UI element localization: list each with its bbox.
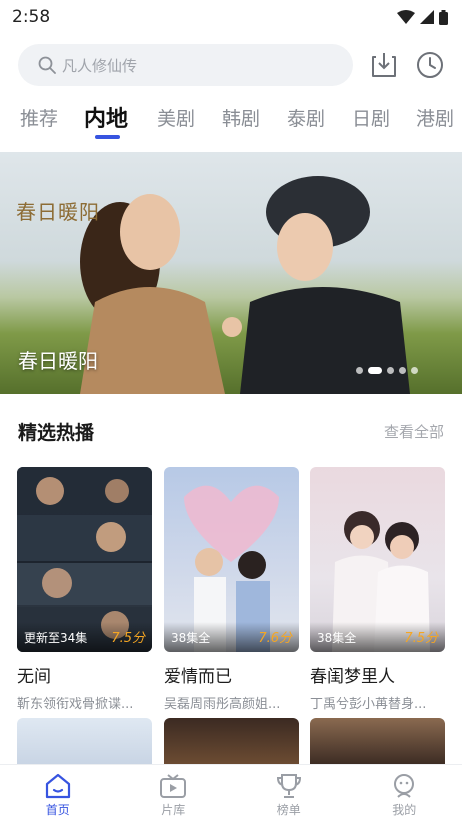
drama-subtitle: 丁禹兮彭小苒替身... (310, 697, 427, 712)
banner-dot[interactable] (399, 367, 406, 374)
rating-score: 7.5分 (404, 631, 438, 646)
drama-title: 无间 (17, 667, 51, 687)
tab-us-drama[interactable]: 美剧 (157, 104, 195, 131)
active-tab-indicator (95, 135, 120, 139)
tv-icon (160, 774, 187, 798)
nav-home[interactable]: 首页 (0, 765, 116, 828)
banner-title-art: 春日暖阳 (16, 200, 100, 224)
banner-dot[interactable] (387, 367, 394, 374)
section-header: 精选热播 查看全部 (18, 418, 444, 445)
tab-hk-drama[interactable]: 港剧 (416, 104, 454, 131)
banner-pagination (356, 367, 418, 374)
rating-score: 7.6分 (258, 631, 292, 646)
bottom-navigation: 首页 片库 榜单 我的 (0, 764, 462, 828)
download-icon (372, 53, 396, 77)
banner-carousel[interactable]: 春日暖阳 春日暖阳 (0, 152, 462, 394)
drama-card[interactable]: 38集全 7.6分 爱情而已 吴磊周雨彤高颜姐... (164, 467, 299, 712)
search-input[interactable]: 凡人修仙传 (18, 44, 353, 86)
banner-caption: 春日暖阳 (18, 349, 98, 373)
status-icons (397, 9, 448, 25)
signal-icon (420, 10, 434, 24)
nav-label: 我的 (392, 803, 417, 817)
poster-badge: 38集全 7.5分 (310, 622, 445, 652)
nav-ranking[interactable]: 榜单 (231, 765, 347, 828)
section-title: 精选热播 (18, 422, 95, 444)
download-button[interactable] (368, 49, 400, 81)
status-bar: 2:58 (0, 0, 462, 34)
drama-title: 爱情而已 (164, 667, 232, 687)
banner-dot[interactable] (411, 367, 418, 374)
poster-badge: 38集全 7.6分 (164, 622, 299, 652)
trophy-icon (276, 774, 301, 798)
drama-poster: 38集全 7.6分 (164, 467, 299, 652)
drama-card[interactable]: 更新至34集 7.5分 无间 靳东领衔戏骨掀谍... (17, 467, 152, 712)
nav-label: 榜单 (276, 803, 301, 817)
nav-profile[interactable]: 我的 (347, 765, 462, 828)
drama-subtitle: 靳东领衔戏骨掀谍... (17, 697, 134, 712)
drama-poster[interactable] (164, 718, 299, 766)
episode-status: 更新至34集 (24, 631, 88, 645)
tab-thai-drama[interactable]: 泰剧 (287, 104, 325, 131)
view-all-link[interactable]: 查看全部 (384, 421, 444, 442)
drama-card[interactable]: 38集全 7.5分 春闺梦里人 丁禹兮彭小苒替身... (310, 467, 445, 712)
history-button[interactable] (414, 49, 446, 81)
search-placeholder: 凡人修仙传 (62, 56, 138, 75)
drama-subtitle: 吴磊周雨彤高颜姐... (164, 697, 281, 712)
tab-japanese-drama[interactable]: 日剧 (352, 104, 390, 131)
category-tabs: 推荐 内地 美剧 韩剧 泰剧 日剧 港剧 (0, 100, 462, 146)
banner-dot[interactable] (356, 367, 363, 374)
profile-icon (394, 774, 415, 798)
nav-library[interactable]: 片库 (116, 765, 232, 828)
drama-poster[interactable] (310, 718, 445, 766)
nav-label: 首页 (45, 803, 70, 817)
history-clock-icon (417, 52, 443, 78)
home-icon (45, 773, 70, 799)
drama-poster[interactable] (17, 718, 152, 766)
episode-status: 38集全 (317, 631, 357, 645)
tab-korean-drama[interactable]: 韩剧 (222, 104, 260, 131)
search-row: 凡人修仙传 (18, 44, 448, 86)
drama-poster: 38集全 7.5分 (310, 467, 445, 652)
banner-dot-active[interactable] (368, 367, 382, 374)
tab-mainland[interactable]: 内地 (84, 101, 128, 133)
search-icon (38, 56, 56, 74)
poster-badge: 更新至34集 7.5分 (17, 622, 152, 652)
rating-score: 7.5分 (111, 631, 145, 646)
tab-recommend[interactable]: 推荐 (20, 104, 58, 131)
drama-poster: 更新至34集 7.5分 (17, 467, 152, 652)
wifi-icon (397, 10, 415, 24)
drama-title: 春闺梦里人 (310, 667, 395, 687)
nav-label: 片库 (161, 803, 186, 817)
status-time: 2:58 (12, 7, 51, 27)
battery-icon (439, 9, 448, 25)
featured-list-row-2 (17, 718, 445, 766)
episode-status: 38集全 (171, 631, 211, 645)
